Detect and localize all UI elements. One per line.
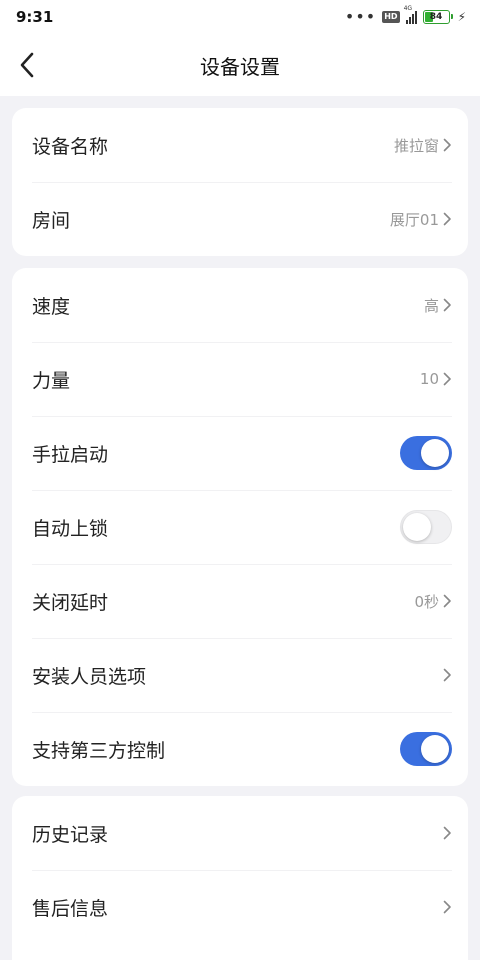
chevron-right-icon (443, 594, 452, 608)
battery-icon: 84 (422, 10, 453, 24)
after-sales-row[interactable]: 售后信息 (12, 870, 468, 944)
toggle-knob (403, 513, 431, 541)
toggle-knob (421, 439, 449, 467)
auto-lock-row: 自动上锁 (12, 490, 468, 564)
device-name-value: 推拉窗 (393, 136, 439, 155)
page-title: 设备设置 (200, 54, 280, 79)
speed-label: 速度 (32, 295, 71, 318)
network-type-label: 4G (403, 5, 413, 12)
after-sales-label: 售后信息 (32, 897, 109, 920)
close-delay-value: 0秒 (414, 592, 439, 611)
battery-level: 84 (429, 12, 443, 22)
speed-value: 高 (423, 296, 439, 315)
hd-icon: HD (382, 11, 400, 23)
device-name-row[interactable]: 设备名称 推拉窗 (12, 108, 468, 182)
toggle-knob (421, 735, 449, 763)
status-icons: ••• HD 4G 84 ⚡ (344, 5, 466, 26)
chevron-right-icon (443, 668, 452, 682)
room-value: 展厅01 (389, 210, 439, 229)
third-party-row: 支持第三方控制 (12, 712, 468, 786)
manual-start-row: 手拉启动 (12, 416, 468, 490)
charging-icon: ⚡ (457, 10, 466, 24)
device-name-label: 设备名称 (32, 135, 109, 158)
room-row[interactable]: 房间 展厅01 (12, 182, 468, 256)
nav-bar: 设备设置 (0, 34, 480, 96)
device-info-card: 设备名称 推拉窗 房间 展厅01 (12, 108, 468, 256)
installer-options-row[interactable]: 安装人员选项 (12, 638, 468, 712)
status-time: 9:31 (16, 8, 54, 26)
force-label: 力量 (32, 369, 71, 392)
chevron-right-icon (443, 212, 452, 226)
speed-row[interactable]: 速度 高 (12, 268, 468, 342)
chevron-right-icon (443, 826, 452, 840)
status-bar: 9:31 ••• HD 4G 84 ⚡ (0, 0, 480, 34)
chevron-right-icon (443, 298, 452, 312)
chevron-right-icon (443, 372, 452, 386)
close-delay-label: 关闭延时 (32, 591, 109, 614)
third-party-toggle[interactable] (400, 732, 452, 766)
auto-lock-toggle[interactable] (400, 510, 452, 544)
records-card: 历史记录 售后信息 (12, 796, 468, 960)
history-row[interactable]: 历史记录 (12, 796, 468, 870)
third-party-label: 支持第三方控制 (32, 739, 166, 762)
more-dots-icon: ••• (344, 7, 377, 26)
manual-start-label: 手拉启动 (32, 443, 109, 466)
history-label: 历史记录 (32, 823, 109, 846)
chevron-right-icon (443, 138, 452, 152)
force-value: 10 (419, 370, 439, 388)
chevron-right-icon (443, 900, 452, 914)
chevron-left-icon (20, 52, 34, 78)
room-label: 房间 (32, 209, 71, 232)
force-row[interactable]: 力量 10 (12, 342, 468, 416)
back-button[interactable] (14, 52, 40, 78)
signal-icon: 4G (404, 5, 417, 24)
motion-settings-card: 速度 高 力量 10 手拉启动 自动上锁 关闭延时 0秒 安装人员选项 支持第三… (12, 268, 468, 786)
close-delay-row[interactable]: 关闭延时 0秒 (12, 564, 468, 638)
auto-lock-label: 自动上锁 (32, 517, 109, 540)
manual-start-toggle[interactable] (400, 436, 452, 470)
installer-options-label: 安装人员选项 (32, 665, 147, 688)
